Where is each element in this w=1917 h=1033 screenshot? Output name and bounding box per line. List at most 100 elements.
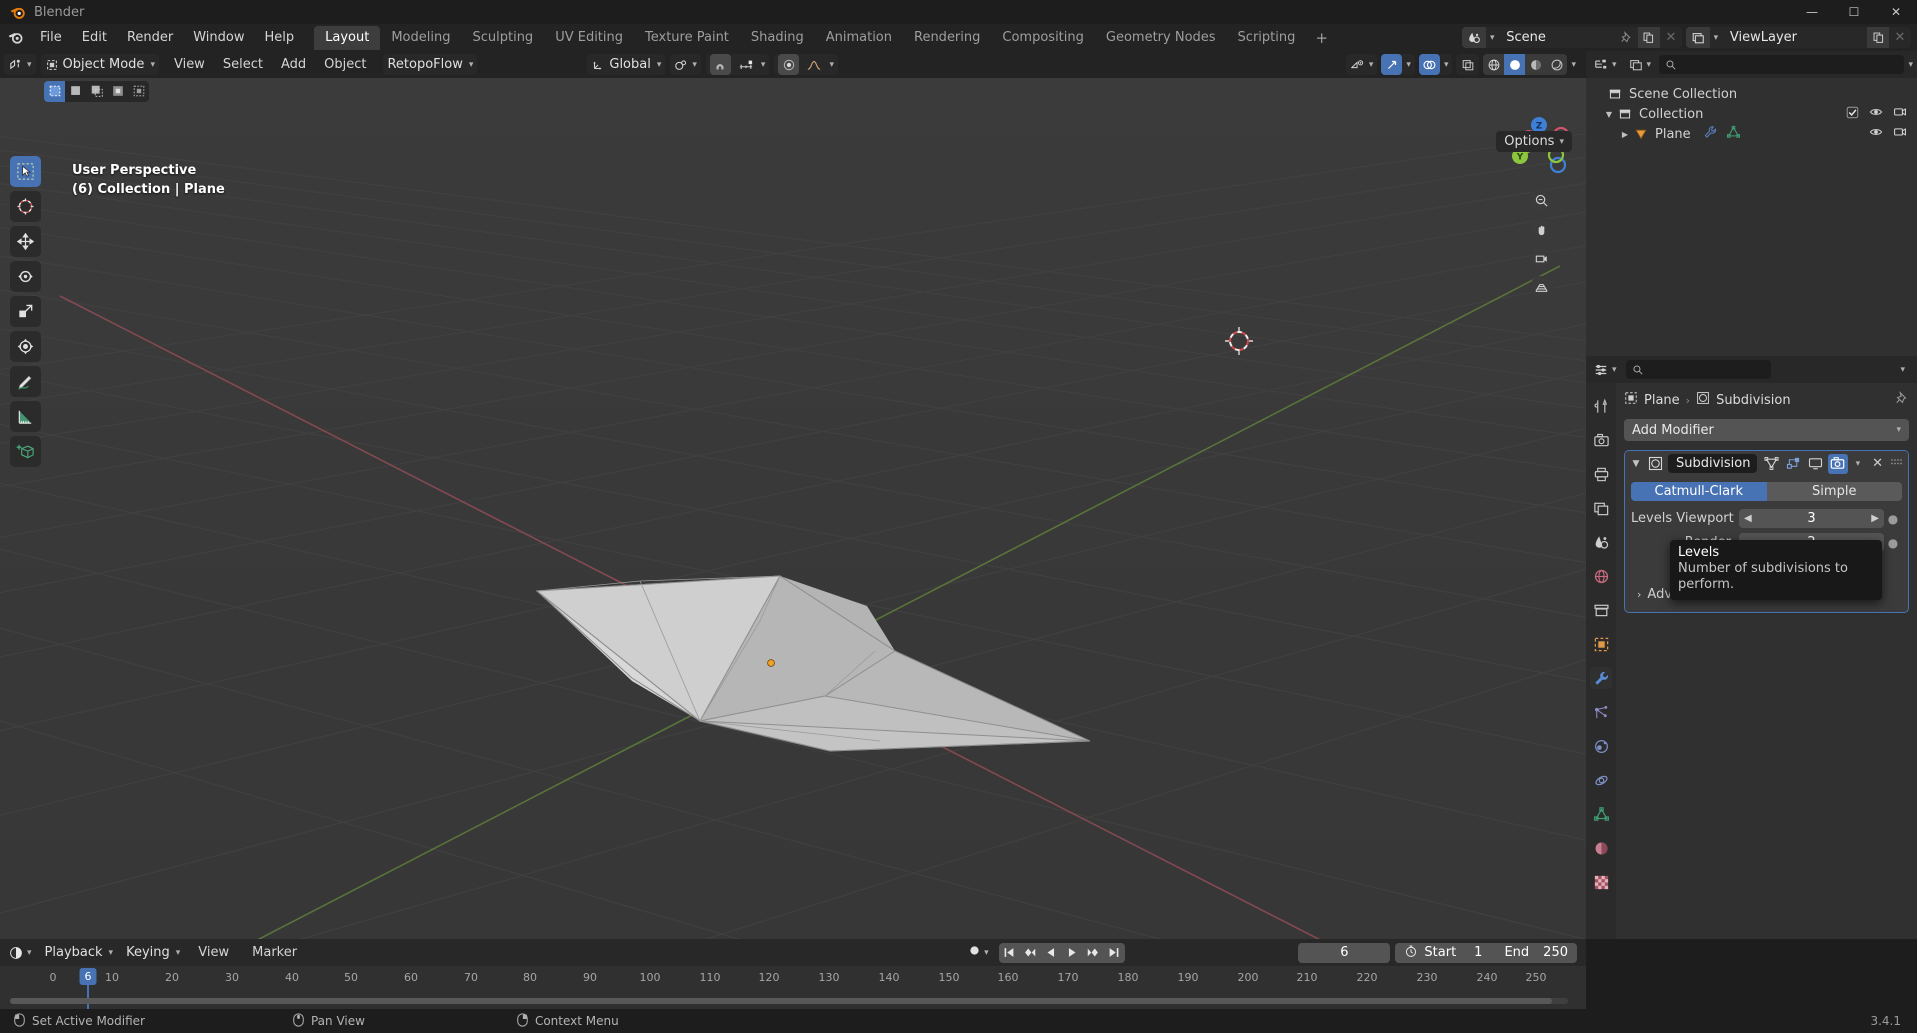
workspace-tab-shading[interactable]: Shading [740,26,815,50]
tool-scale[interactable] [10,296,41,327]
menu-window[interactable]: Window [183,27,254,48]
timeline-ruler[interactable]: 0 10 20 30 40 50 60 70 80 90 100 110 120… [0,966,1586,1030]
properties-tab-world[interactable] [1590,565,1612,587]
xray-toggle-icon[interactable] [1456,54,1480,75]
algorithm-catmull-clark-button[interactable]: Catmull-Clark [1631,482,1767,501]
select-difference-icon[interactable] [107,80,128,102]
disable-in-renders-icon[interactable] [1893,105,1907,123]
shading-popover-chevron-icon[interactable]: ▾ [1571,60,1580,70]
workspace-tab-layout[interactable]: Layout [314,25,381,50]
on-cage-toggle-icon[interactable] [1762,454,1782,474]
mesh-data-icon[interactable] [1726,125,1741,143]
properties-editor[interactable]: ▾ ▾ Plane › Subdivision Add Modifier ▾ ▼… [1586,356,1917,939]
properties-editor-type-selector[interactable]: ▾ [1590,359,1621,380]
object-visibility-selector[interactable]: ▾ [1345,54,1378,75]
properties-tab-render[interactable] [1590,429,1612,451]
proportional-edit-icon[interactable] [778,54,800,75]
menu-help[interactable]: Help [255,27,305,48]
modifier-expand-icon[interactable]: ▼ [1629,459,1643,469]
add-modifier-button[interactable]: Add Modifier ▾ [1624,419,1909,441]
algorithm-simple-button[interactable]: Simple [1766,482,1902,501]
properties-tab-modifier[interactable] [1590,667,1612,689]
editor-type-selector[interactable]: ▾ [4,54,36,75]
gizmo-group[interactable]: ▾ [1381,54,1415,75]
workspace-tab-uv-editing[interactable]: UV Editing [544,26,634,50]
properties-tab-object[interactable] [1590,633,1612,655]
keying-menu[interactable]: Keying ▾ [122,942,185,963]
properties-tab-texture[interactable] [1590,871,1612,893]
timeline-menu-marker[interactable]: Marker [243,942,306,963]
properties-tab-constraints[interactable] [1590,769,1612,791]
play-icon[interactable] [1061,942,1083,963]
disable-in-renders-icon[interactable] [1893,125,1907,143]
playhead-indicator[interactable]: 6 [79,968,97,985]
menu-file[interactable]: File [30,27,72,48]
tool-measure[interactable] [10,401,41,432]
blender-menu-icon[interactable] [0,29,30,46]
start-frame-value[interactable]: 1 [1462,945,1482,960]
tool-move[interactable] [10,226,41,257]
auto-keying-toggle[interactable]: ▾ [963,942,993,963]
select-intersect-icon[interactable] [128,80,149,102]
outliner-editor[interactable]: ▾ ▾ ▾ Scene Collection ▼ Collection ▶ Pl… [1586,51,1917,356]
breadcrumb-modifier-name[interactable]: Subdivision [1716,393,1791,408]
shading-mode-group[interactable] [1483,54,1568,75]
pin-id-icon[interactable] [1895,391,1909,409]
outliner-editor-type-selector[interactable]: ▾ [1590,54,1621,75]
workspace-tab-compositing[interactable]: Compositing [991,26,1095,50]
properties-tab-collection[interactable] [1590,599,1612,621]
properties-tab-material[interactable] [1590,837,1612,859]
interaction-mode-selector[interactable]: Object Mode ▾ [40,54,159,75]
expand-triangle-icon[interactable]: ▶ [1618,130,1632,139]
timeline-horizontal-scrollbar[interactable] [10,998,1568,1004]
select-tool-modes[interactable] [44,80,149,102]
workspace-tab-geometry-nodes[interactable]: Geometry Nodes [1095,26,1227,50]
levels-viewport-field[interactable]: ◀ 3 ▶ [1739,509,1884,528]
unlink-scene-icon[interactable]: ✕ [1660,27,1682,48]
properties-search-input[interactable] [1625,360,1771,379]
auto-keying-clock-icon[interactable] [1404,944,1418,962]
add-workspace-button[interactable]: + [1306,26,1337,50]
jump-to-start-icon[interactable] [998,942,1020,963]
show-gizmo-icon[interactable] [1381,54,1403,75]
viewport-menu-add[interactable]: Add [272,54,315,75]
shading-material-preview-icon[interactable] [1525,54,1547,75]
play-reverse-icon[interactable] [1040,942,1062,963]
pan-view-icon[interactable] [1530,218,1552,240]
menu-edit[interactable]: Edit [72,27,117,48]
outliner-row-scene-collection[interactable]: Scene Collection [1586,84,1917,104]
falloff-curve-icon[interactable] [803,54,825,75]
retopoflow-menu[interactable]: RetopoFlow ▾ [383,54,478,75]
drag-handle-icon[interactable] [1890,456,1904,472]
hide-in-viewport-icon[interactable] [1869,125,1883,143]
jump-to-next-keyframe-icon[interactable] [1082,942,1104,963]
proportional-editing-group[interactable]: ▾ [774,54,838,75]
transform-orientation-selector[interactable]: Global ▾ [587,54,666,75]
timeline-editor-type-selector[interactable]: ▾ [5,942,36,963]
viewlayer-selector[interactable]: ▾ ViewLayer ✕ [1685,27,1911,48]
animate-property-icon[interactable]: ● [1884,512,1902,526]
outliner-row-plane[interactable]: ▶ Plane [1586,124,1917,144]
tool-cursor[interactable] [10,191,41,222]
levels-viewport-slider[interactable]: ◀ 3 ▶ [1739,509,1884,528]
shading-solid-icon[interactable] [1504,54,1526,75]
select-box-icon[interactable] [44,80,65,102]
subdivision-algorithm-selector[interactable]: Catmull-Clark Simple [1631,482,1902,501]
scrollbar-thumb[interactable] [10,998,1553,1004]
scene-selector[interactable]: ▾ Scene ✕ [1462,27,1682,48]
select-subtract-icon[interactable] [86,80,107,102]
workspace-tab-rendering[interactable]: Rendering [903,26,991,50]
realtime-toggle-icon[interactable] [1806,454,1826,474]
properties-options-chevron-icon[interactable]: ▾ [1900,365,1913,375]
maximize-button[interactable]: ☐ [1833,0,1875,24]
playback-menu[interactable]: Playback ▾ [40,942,118,963]
properties-tab-view-layer[interactable] [1590,497,1612,519]
properties-tab-object-data[interactable] [1590,803,1612,825]
snap-increment-icon[interactable] [735,54,757,75]
jump-to-end-icon[interactable] [1103,942,1125,963]
pin-icon[interactable] [1616,27,1638,48]
workspace-tab-texture-paint[interactable]: Texture Paint [634,26,740,50]
snapping-group[interactable]: ▾ [705,54,770,75]
jump-to-prev-keyframe-icon[interactable] [1019,942,1041,963]
shading-rendered-icon[interactable] [1546,54,1568,75]
